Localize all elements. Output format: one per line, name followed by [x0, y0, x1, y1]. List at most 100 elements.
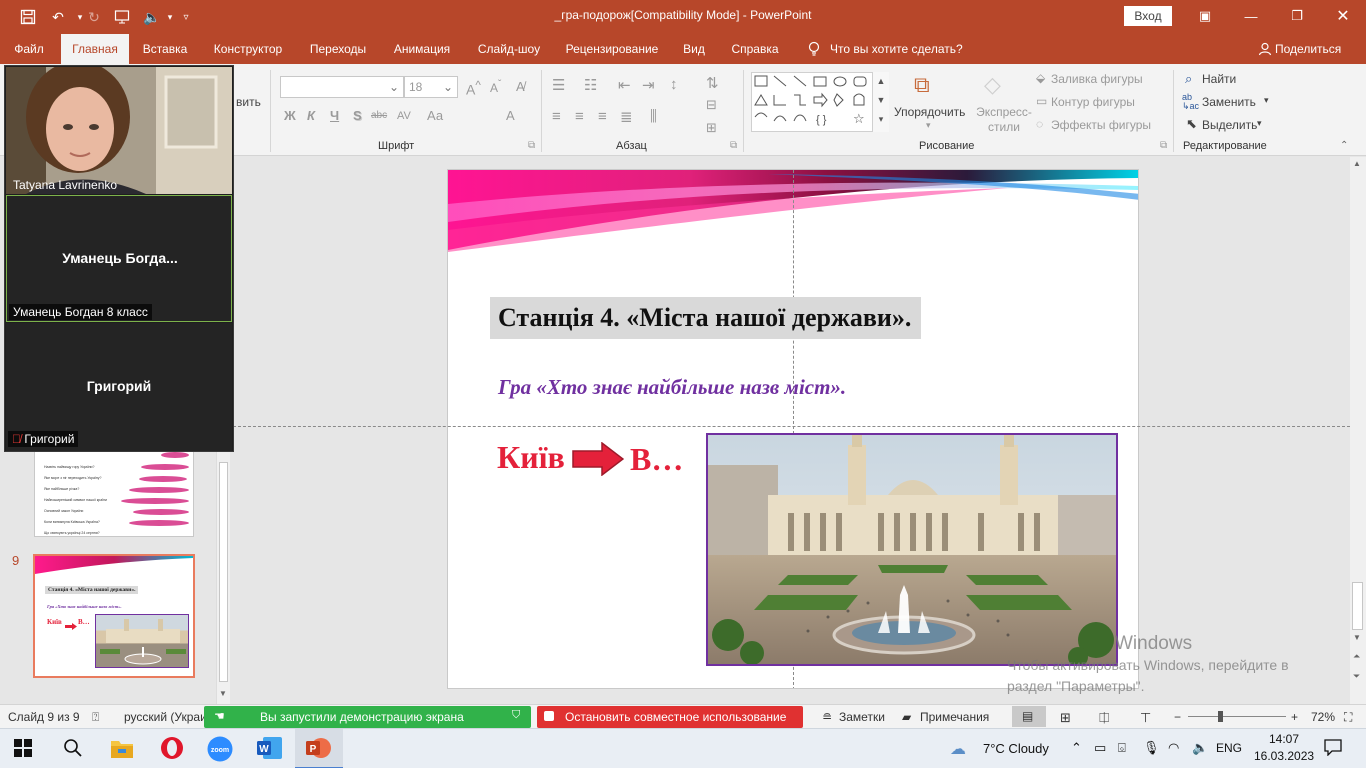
- zoom-slider-thumb[interactable]: [1218, 711, 1223, 722]
- powerpoint-taskbar-button[interactable]: P: [295, 729, 343, 768]
- clock-date[interactable]: 16.03.2023: [1254, 749, 1314, 763]
- shapes-gallery[interactable]: { } ☆: [751, 72, 889, 132]
- next-slide-icon[interactable]: ⏷: [1353, 671, 1360, 682]
- spellcheck-icon[interactable]: ⍰: [92, 710, 99, 725]
- fit-to-window-icon[interactable]: ⛶: [1344, 710, 1352, 725]
- reading-view-icon[interactable]: ⎅: [1099, 710, 1109, 726]
- slide-subtitle[interactable]: Гра «Хто знає найбільше назв міст».: [498, 375, 846, 400]
- bullets-icon[interactable]: ☰: [552, 76, 565, 94]
- city-photo[interactable]: [706, 433, 1118, 666]
- cloud-icon[interactable]: ☁: [950, 739, 966, 759]
- slide-title[interactable]: Станція 4. «Міста нашої держави».: [490, 297, 922, 339]
- increase-indent-icon[interactable]: ⇥: [642, 76, 655, 94]
- input-language[interactable]: ENG: [1216, 741, 1242, 755]
- chevron-up-icon[interactable]: ⌃: [1071, 740, 1082, 756]
- ribbon-display-icon[interactable]: ▣: [1182, 4, 1228, 28]
- tab-file[interactable]: Файл: [6, 34, 52, 64]
- select-button[interactable]: Выделить: [1202, 118, 1257, 132]
- tab-design[interactable]: Конструктор: [204, 34, 292, 64]
- chevron-down-icon[interactable]: ▼: [1353, 633, 1361, 642]
- align-text-icon[interactable]: ⊟: [706, 97, 717, 113]
- zoom-slider[interactable]: [1188, 716, 1286, 717]
- language-indicator[interactable]: русский (Украи: [124, 710, 207, 724]
- participant-tile-grigoriy[interactable]: Григорий 🎙̸ Григорий: [6, 323, 232, 451]
- collapse-ribbon-icon[interactable]: ⌃: [1340, 140, 1348, 151]
- quick-styles-button[interactable]: Экспресс-стили: [976, 105, 1032, 135]
- slide-thumbnail-8[interactable]: Назвіть найвищу гору України? Яке море з…: [34, 437, 194, 537]
- quick-styles-icon[interactable]: ◇: [984, 72, 1001, 98]
- shadow-button[interactable]: S: [353, 108, 362, 123]
- slideshow-view-icon[interactable]: ⊤: [1140, 710, 1151, 726]
- stop-sharing-button[interactable]: Остановить совместное использование: [537, 706, 803, 728]
- spacing-button[interactable]: AV: [397, 110, 411, 122]
- notes-icon[interactable]: ≘: [822, 710, 832, 724]
- file-explorer-icon[interactable]: [110, 737, 134, 762]
- normal-view-button[interactable]: ▤: [1012, 706, 1046, 727]
- dialog-launcher-icon[interactable]: ⧉: [730, 140, 737, 151]
- previous-slide-icon[interactable]: ⏶: [1353, 651, 1360, 662]
- restore-icon[interactable]: ❐: [1274, 4, 1320, 28]
- slide-sorter-icon[interactable]: ⊞: [1060, 710, 1071, 726]
- wifi-icon[interactable]: ◠: [1168, 740, 1179, 756]
- align-center-icon[interactable]: ≡: [575, 108, 584, 125]
- zoom-app-icon[interactable]: zoom: [207, 736, 233, 765]
- tab-transitions[interactable]: Переходы: [300, 34, 376, 64]
- shrink-font-icon[interactable]: Aˇ: [490, 79, 501, 95]
- tab-view[interactable]: Вид: [676, 34, 712, 64]
- windows-start-icon[interactable]: [14, 739, 32, 760]
- tab-insert[interactable]: Вставка: [134, 34, 196, 64]
- comments-button[interactable]: Примечания: [920, 710, 989, 724]
- arrange-button[interactable]: Упорядочить: [894, 105, 965, 119]
- smartart-icon[interactable]: ⊞: [706, 120, 717, 136]
- replace-button[interactable]: Заменить: [1202, 95, 1256, 109]
- columns-icon[interactable]: ⫼: [650, 108, 657, 125]
- word-icon[interactable]: W: [257, 736, 283, 763]
- battery-icon[interactable]: ▭: [1094, 740, 1106, 756]
- tab-animations[interactable]: Анимация: [384, 34, 460, 64]
- shape-effects-icon[interactable]: ◌: [1036, 117, 1043, 131]
- share-button[interactable]: Поделиться: [1275, 34, 1345, 64]
- word-kyiv[interactable]: Київ: [497, 439, 565, 476]
- login-button[interactable]: Вход: [1124, 6, 1172, 26]
- close-icon[interactable]: ✕: [1320, 4, 1366, 28]
- strikethrough-button[interactable]: abc: [371, 110, 387, 121]
- arrange-icon[interactable]: ⧉: [914, 72, 930, 98]
- shape-fill-button[interactable]: Заливка фигуры: [1051, 72, 1143, 86]
- horizontal-guide[interactable]: [233, 426, 1350, 427]
- search-icon[interactable]: ⌕: [1185, 71, 1192, 87]
- search-icon[interactable]: [63, 738, 83, 761]
- chevron-down-icon[interactable]: ▼: [219, 689, 227, 698]
- font-color-button[interactable]: A: [506, 108, 515, 123]
- word-next-city[interactable]: В…: [630, 441, 683, 478]
- notes-button[interactable]: Заметки: [839, 710, 885, 724]
- underline-button[interactable]: Ч: [330, 108, 339, 123]
- clipboard-partial-label[interactable]: вить: [236, 95, 261, 109]
- slide-thumbnail-9[interactable]: Станція 4. «Міста нашої держави». Гра «Х…: [33, 554, 195, 678]
- justify-icon[interactable]: ≣: [620, 108, 633, 126]
- dialog-launcher-icon[interactable]: ⧉: [1160, 140, 1167, 151]
- zoom-out-icon[interactable]: −: [1174, 710, 1181, 724]
- align-left-icon[interactable]: ≡: [552, 108, 561, 125]
- scroll-thumb[interactable]: [1352, 582, 1363, 630]
- scroll-thumb[interactable]: [219, 462, 228, 682]
- participant-video-tatyana[interactable]: Tatyana Lavrinenko: [6, 67, 232, 194]
- text-direction-icon[interactable]: ⇅: [706, 74, 719, 92]
- tab-home[interactable]: Главная: [61, 34, 129, 64]
- shape-outline-button[interactable]: Контур фигуры: [1051, 95, 1135, 109]
- zoom-level[interactable]: 72%: [1311, 710, 1335, 724]
- right-arrow-shape[interactable]: [572, 441, 625, 477]
- align-right-icon[interactable]: ≡: [598, 108, 607, 125]
- microphone-icon[interactable]: 🎙: [1143, 740, 1160, 756]
- share-person-icon[interactable]: [1256, 34, 1274, 64]
- shape-effects-button[interactable]: Эффекты фигуры: [1051, 118, 1151, 132]
- tab-review[interactable]: Рецензирование: [558, 34, 666, 64]
- volume-icon[interactable]: 🔈: [1192, 740, 1208, 756]
- italic-button[interactable]: К: [307, 108, 315, 123]
- font-size-combo[interactable]: 18 ⌄: [404, 76, 458, 98]
- shape-outline-icon[interactable]: ▭: [1036, 94, 1047, 108]
- numbering-icon[interactable]: ☷: [584, 76, 597, 94]
- tell-me-search[interactable]: Что вы хотите сделать?: [830, 34, 966, 64]
- notifications-icon[interactable]: [1324, 738, 1342, 759]
- line-spacing-icon[interactable]: ↕: [670, 76, 678, 93]
- shape-fill-icon[interactable]: ⬙: [1036, 71, 1045, 85]
